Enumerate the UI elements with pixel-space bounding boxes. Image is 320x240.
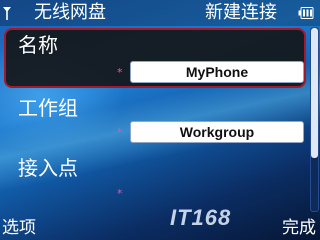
options-softkey[interactable]: 选项 [2,217,36,239]
antenna-icon [3,7,11,20]
app-title: 无线网盘 [34,2,106,23]
name-input[interactable]: MyPhone [130,61,304,83]
required-marker: * [117,187,123,200]
required-marker: * [117,126,123,139]
field-label-name: 名称 [18,33,58,57]
field-label-access-point: 接入点 [18,156,78,180]
done-softkey[interactable]: 完成 [282,217,316,239]
battery-icon [298,7,314,19]
workgroup-input[interactable]: Workgroup [130,121,304,143]
watermark-logo: IT168 [170,205,232,230]
scrollbar-thumb[interactable] [311,28,318,158]
field-label-workgroup: 工作组 [18,96,78,120]
title-bar: 无线网盘 新建连接 [0,0,320,26]
required-marker: * [117,66,123,79]
screen-title: 新建连接 [205,2,277,23]
